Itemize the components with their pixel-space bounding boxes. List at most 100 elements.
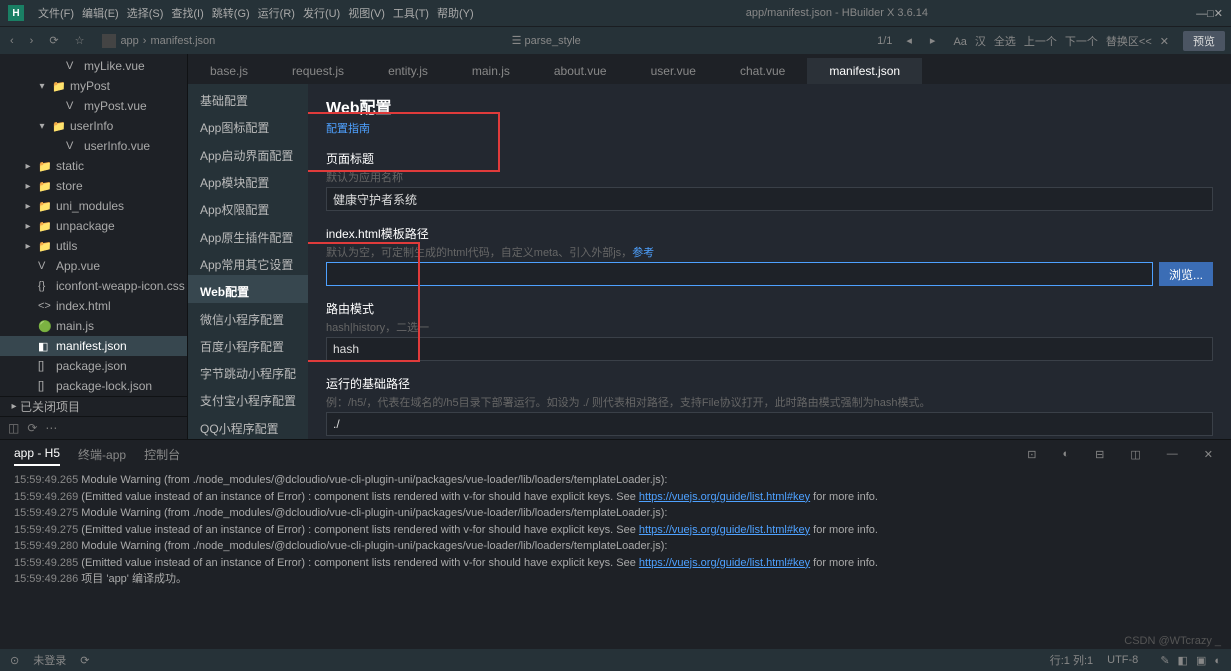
toolbar-item[interactable]: Aa <box>949 34 970 50</box>
menu-item[interactable]: 运行(R) <box>254 6 299 22</box>
tree-item[interactable]: {}iconfont-weapp-icon.css <box>0 276 187 296</box>
editor-tab[interactable]: entity.js <box>366 58 450 84</box>
secondary-tab[interactable]: ☰ parse_style <box>512 35 581 47</box>
tree-item[interactable]: 🟢main.js <box>0 316 187 336</box>
nav-back-icon[interactable]: ‹ <box>6 33 18 49</box>
config-guide-link[interactable]: 配置指南 <box>326 120 370 136</box>
page-title-input[interactable] <box>326 187 1213 211</box>
tree-item[interactable]: VuserInfo.vue <box>0 136 187 156</box>
config-nav-item[interactable]: 基础配置 <box>188 84 308 111</box>
config-nav-item[interactable]: 百度小程序配置 <box>188 330 308 357</box>
config-nav-item[interactable]: App图标配置 <box>188 111 308 138</box>
closed-projects[interactable]: ▸ 已关闭项目 <box>0 396 187 416</box>
breadcrumb-file[interactable]: manifest.json <box>150 35 215 47</box>
editor-tab[interactable]: user.vue <box>629 58 718 84</box>
browse-button[interactable]: 浏览... <box>1159 262 1213 286</box>
tree-item[interactable]: ▸📁static <box>0 156 187 176</box>
refresh-icon[interactable]: ⟳ <box>45 32 62 49</box>
console-icon[interactable]: ◐ <box>1059 448 1074 460</box>
sidebar-foot-icon[interactable]: ⋯ <box>45 421 57 435</box>
tree-item[interactable]: VmyLike.vue <box>0 56 187 76</box>
template-ref-link[interactable]: 参考 <box>632 247 654 259</box>
console-icon[interactable]: ⊟ <box>1091 448 1108 461</box>
status-icon[interactable]: ✎ <box>1160 655 1169 667</box>
console-icon[interactable]: — <box>1163 448 1182 460</box>
config-nav-item[interactable]: App模块配置 <box>188 166 308 193</box>
console-icon[interactable]: ⊡ <box>1023 448 1040 461</box>
window-button[interactable]: ✕ <box>1214 8 1223 20</box>
menu-item[interactable]: 选择(S) <box>123 6 168 22</box>
window-button[interactable]: □ <box>1207 8 1214 20</box>
tree-item[interactable]: VApp.vue <box>0 256 187 276</box>
config-nav-item[interactable]: App启动界面配置 <box>188 139 308 166</box>
toolbar-item[interactable]: 汉 <box>971 34 990 50</box>
tree-item[interactable]: []package.json <box>0 356 187 376</box>
config-nav-item[interactable]: 字节跳动小程序配 <box>188 357 308 384</box>
console-icon[interactable]: ✕ <box>1200 448 1217 461</box>
tree-item[interactable]: ▸📁utils <box>0 236 187 256</box>
console-tab[interactable]: 控制台 <box>144 442 180 467</box>
tree-item[interactable]: <>index.html <box>0 296 187 316</box>
status-icon[interactable]: ◧ <box>1178 655 1188 667</box>
prev-icon[interactable]: ◂ <box>902 32 916 49</box>
log-link[interactable]: https://vuejs.org/guide/list.html#key <box>639 557 810 569</box>
nav-fwd-icon[interactable]: › <box>26 33 38 49</box>
tree-item[interactable]: ▸📁uni_modules <box>0 196 187 216</box>
login-icon[interactable]: ⊙ <box>10 654 19 667</box>
console-tab[interactable]: 终端-app <box>78 442 126 467</box>
breadcrumb-root[interactable]: app <box>120 35 138 47</box>
editor-tab[interactable]: about.vue <box>532 58 629 84</box>
menu-item[interactable]: 视图(V) <box>344 6 389 22</box>
status-icon[interactable]: ▣ <box>1196 655 1206 667</box>
sync-icon[interactable]: ⟳ <box>80 654 89 667</box>
config-nav-item[interactable]: QQ小程序配置 <box>188 412 308 439</box>
router-select[interactable]: hash <box>326 337 1213 361</box>
toolbar-item[interactable]: 下一个 <box>1061 34 1102 50</box>
editor-tab[interactable]: chat.vue <box>718 58 807 84</box>
window-button[interactable]: — <box>1196 8 1207 20</box>
config-nav-item[interactable]: 支付宝小程序配置 <box>188 384 308 411</box>
config-nav-item[interactable]: App原生插件配置 <box>188 221 308 248</box>
star-icon[interactable]: ☆ <box>71 32 89 49</box>
menu-item[interactable]: 编辑(E) <box>78 6 123 22</box>
sidebar-foot-icon[interactable]: ⟳ <box>27 421 37 435</box>
editor-tab[interactable]: main.js <box>450 58 532 84</box>
editor-tab[interactable]: base.js <box>188 58 270 84</box>
console-tab[interactable]: app - H5 <box>14 442 60 466</box>
menu-item[interactable]: 发行(U) <box>299 6 344 22</box>
menu-item[interactable]: 跳转(G) <box>208 6 254 22</box>
tree-item[interactable]: ▸📁unpackage <box>0 216 187 236</box>
next-icon[interactable]: ▸ <box>926 32 940 49</box>
login-status[interactable]: 未登录 <box>33 652 66 668</box>
toolbar-item[interactable]: ✕ <box>1156 34 1173 50</box>
menu-item[interactable]: 文件(F) <box>34 6 78 22</box>
sidebar-foot-icon[interactable]: ◫ <box>8 421 19 435</box>
menu-item[interactable]: 查找(I) <box>167 6 207 22</box>
tree-item[interactable]: ◧manifest.json <box>0 336 187 356</box>
tree-item[interactable]: ▸📁store <box>0 176 187 196</box>
menu-item[interactable]: 帮助(Y) <box>433 6 478 22</box>
config-nav-item[interactable]: App常用其它设置 <box>188 248 308 275</box>
tree-item[interactable]: ▾📁myPost <box>0 76 187 96</box>
toolbar-item[interactable]: 上一个 <box>1020 34 1061 50</box>
status-icon[interactable]: ◐ <box>1214 655 1221 667</box>
preview-button[interactable]: 预览 <box>1183 31 1225 51</box>
toolbar-item[interactable]: 全选 <box>990 34 1020 50</box>
config-nav-item[interactable]: 微信小程序配置 <box>188 303 308 330</box>
menu-item[interactable]: 工具(T) <box>389 6 433 22</box>
editor-tab[interactable]: manifest.json <box>807 58 922 84</box>
config-nav-item[interactable]: Web配置 <box>188 275 308 302</box>
file-icon: 📁 <box>38 240 52 253</box>
tree-item[interactable]: ▾📁userInfo <box>0 116 187 136</box>
toolbar-item[interactable]: 替换区<< <box>1102 34 1156 50</box>
editor-tab[interactable]: request.js <box>270 58 366 84</box>
log-link[interactable]: https://vuejs.org/guide/list.html#key <box>639 524 810 536</box>
base-input[interactable] <box>326 412 1213 436</box>
config-nav-item[interactable]: App权限配置 <box>188 193 308 220</box>
tree-item[interactable]: []package-lock.json <box>0 376 187 396</box>
template-input[interactable] <box>326 262 1153 286</box>
console-icon[interactable]: ◫ <box>1126 448 1144 461</box>
encoding[interactable]: UTF-8 <box>1107 654 1138 666</box>
log-link[interactable]: https://vuejs.org/guide/list.html#key <box>639 491 810 503</box>
tree-item[interactable]: VmyPost.vue <box>0 96 187 116</box>
